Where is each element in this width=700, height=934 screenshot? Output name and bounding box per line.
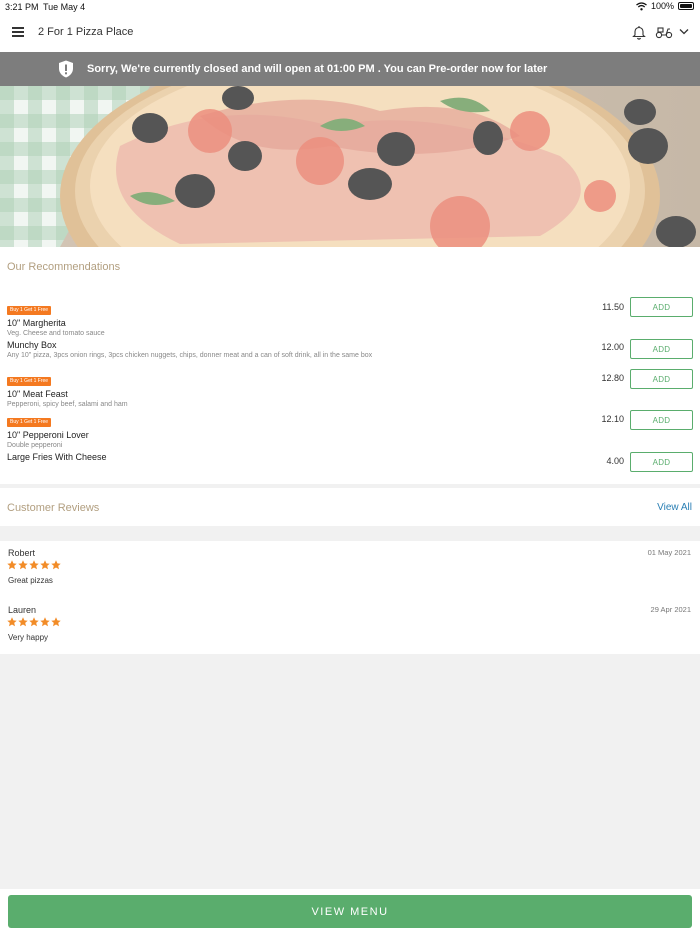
add-button[interactable]: ADD xyxy=(630,369,693,389)
item-name: 10" Margherita xyxy=(7,318,66,328)
star-icon xyxy=(40,617,50,627)
bell-icon[interactable] xyxy=(632,25,646,40)
battery-icon xyxy=(678,2,694,10)
view-all-reviews-link[interactable]: View All xyxy=(657,502,692,513)
item-price: 12.80 xyxy=(601,373,624,383)
star-rating xyxy=(7,617,61,627)
hamburger-menu-icon[interactable] xyxy=(12,27,24,37)
promo-badge: Buy 1 Get 1 Free xyxy=(7,306,52,315)
reviews-header: Customer Reviews View All xyxy=(0,488,700,526)
wifi-icon xyxy=(636,1,647,10)
add-button[interactable]: ADD xyxy=(630,452,693,472)
star-icon xyxy=(7,560,17,570)
bottom-bar: VIEW MENU xyxy=(0,889,700,934)
review-text: Great pizzas xyxy=(8,576,53,585)
item-description: Veg. Cheese and tomato sauce xyxy=(7,330,105,337)
reviews-list: Robert 01 May 2021 Great pizzas Lauren 2… xyxy=(0,541,700,654)
review-item: Robert 01 May 2021 Great pizzas xyxy=(0,541,700,591)
shield-alert-icon xyxy=(59,60,73,78)
review-text: Very happy xyxy=(8,633,49,642)
star-icon xyxy=(51,560,61,570)
status-date: Tue May 4 xyxy=(43,2,86,12)
promo-badge: Buy 1 Get 1 Free xyxy=(7,418,52,427)
star-icon xyxy=(29,617,39,627)
review-date: 01 May 2021 xyxy=(647,548,691,557)
star-icon xyxy=(7,617,17,627)
add-button[interactable]: ADD xyxy=(630,339,693,359)
item-price: 11.50 xyxy=(602,302,624,312)
status-bar: 3:21 PM Tue May 4 100% xyxy=(0,0,700,14)
review-author: Robert xyxy=(8,548,36,558)
review-date: 29 Apr 2021 xyxy=(650,605,691,614)
restaurant-title: 2 For 1 Pizza Place xyxy=(38,26,134,38)
view-menu-button[interactable]: VIEW MENU xyxy=(8,895,692,928)
item-price: 12.10 xyxy=(601,414,624,424)
item-description: Pepperoni, spicy beef, salami and ham xyxy=(7,401,128,408)
reviews-title: Customer Reviews xyxy=(7,502,100,514)
item-price: 4.00 xyxy=(606,456,624,466)
promo-badge: Buy 1 Get 1 Free xyxy=(7,377,52,386)
review-item: Lauren 29 Apr 2021 Very happy xyxy=(0,598,700,648)
chevron-down-icon[interactable] xyxy=(679,28,689,35)
item-name: Large Fries With Cheese xyxy=(7,452,107,462)
recommendations-section: Our Recommendations Buy 1 Get 1 Free 10"… xyxy=(0,247,700,484)
status-right: 100% xyxy=(636,1,694,11)
star-icon xyxy=(40,560,50,570)
star-icon xyxy=(51,617,61,627)
item-name: Munchy Box xyxy=(7,340,57,350)
review-author: Lauren xyxy=(8,605,37,615)
status-time: 3:21 PM xyxy=(5,2,39,12)
item-description: Double pepperoni xyxy=(7,442,63,449)
recommendations-title: Our Recommendations xyxy=(7,261,121,273)
item-description: Any 10" pizza, 3pcs onion rings, 3pcs ch… xyxy=(7,352,373,359)
item-price: 12.00 xyxy=(601,342,624,352)
star-icon xyxy=(18,560,28,570)
closed-message: Sorry, We're currently closed and will o… xyxy=(87,63,548,75)
closed-notice-banner: Sorry, We're currently closed and will o… xyxy=(0,52,700,86)
star-rating xyxy=(7,560,61,570)
star-icon xyxy=(18,617,28,627)
add-button[interactable]: ADD xyxy=(630,410,693,430)
pizza-photo xyxy=(0,86,700,247)
hero-pizza-image xyxy=(0,86,700,247)
item-name: 10" Pepperoni Lover xyxy=(7,430,89,440)
star-icon xyxy=(29,560,39,570)
delivery-scooter-icon[interactable] xyxy=(655,25,673,39)
battery-percent: 100% xyxy=(650,1,674,11)
item-name: 10" Meat Feast xyxy=(7,389,68,399)
app-bar: 2 For 1 Pizza Place xyxy=(0,14,700,52)
add-button[interactable]: ADD xyxy=(630,297,693,317)
